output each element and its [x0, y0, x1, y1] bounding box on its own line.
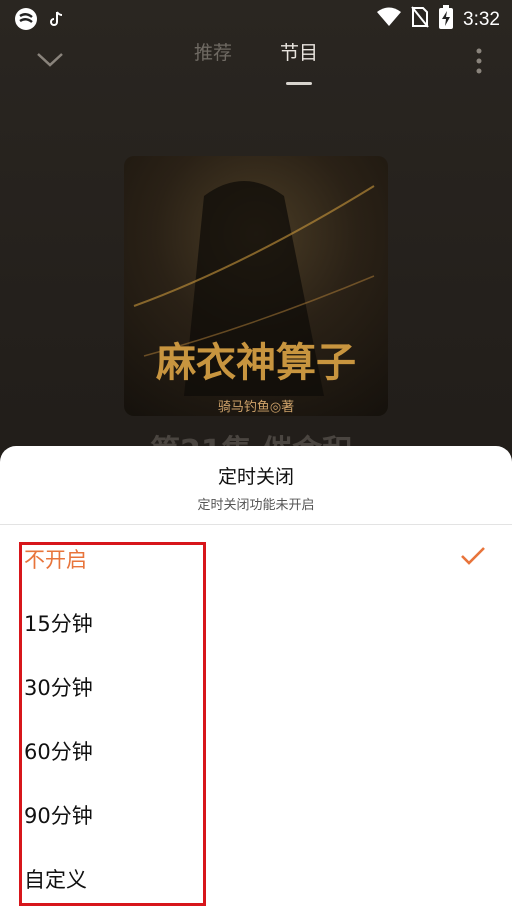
wifi-icon — [377, 7, 402, 32]
tab-programs[interactable]: 节目 — [280, 38, 318, 65]
chevron-down-icon[interactable] — [36, 52, 64, 72]
app-logo-icon — [14, 7, 38, 35]
player-top-bar: 推荐 节目 — [0, 38, 512, 88]
sheet-subtitle: 定时关闭功能未开启 — [197, 498, 315, 513]
sheet-divider — [0, 524, 512, 525]
active-tab-indicator — [286, 82, 312, 85]
album-cover: 麻衣神算子 骑马钓鱼◎著 — [124, 156, 388, 416]
cover-author-art: 骑马钓鱼◎著 — [218, 399, 294, 415]
sheet-title: 定时关闭 — [217, 466, 294, 488]
tab-recommend[interactable]: 推荐 — [194, 38, 232, 65]
checkmark-icon — [460, 546, 486, 570]
status-time: 3:32 — [463, 8, 500, 30]
more-options-icon[interactable] — [476, 48, 482, 78]
tiktok-icon — [50, 11, 64, 31]
cover-title-art: 麻衣神算子 — [156, 339, 356, 386]
highlight-box — [19, 542, 206, 906]
no-sim-icon — [411, 6, 429, 33]
status-bar: 3:32 — [0, 0, 512, 36]
battery-charging-icon — [439, 5, 454, 34]
